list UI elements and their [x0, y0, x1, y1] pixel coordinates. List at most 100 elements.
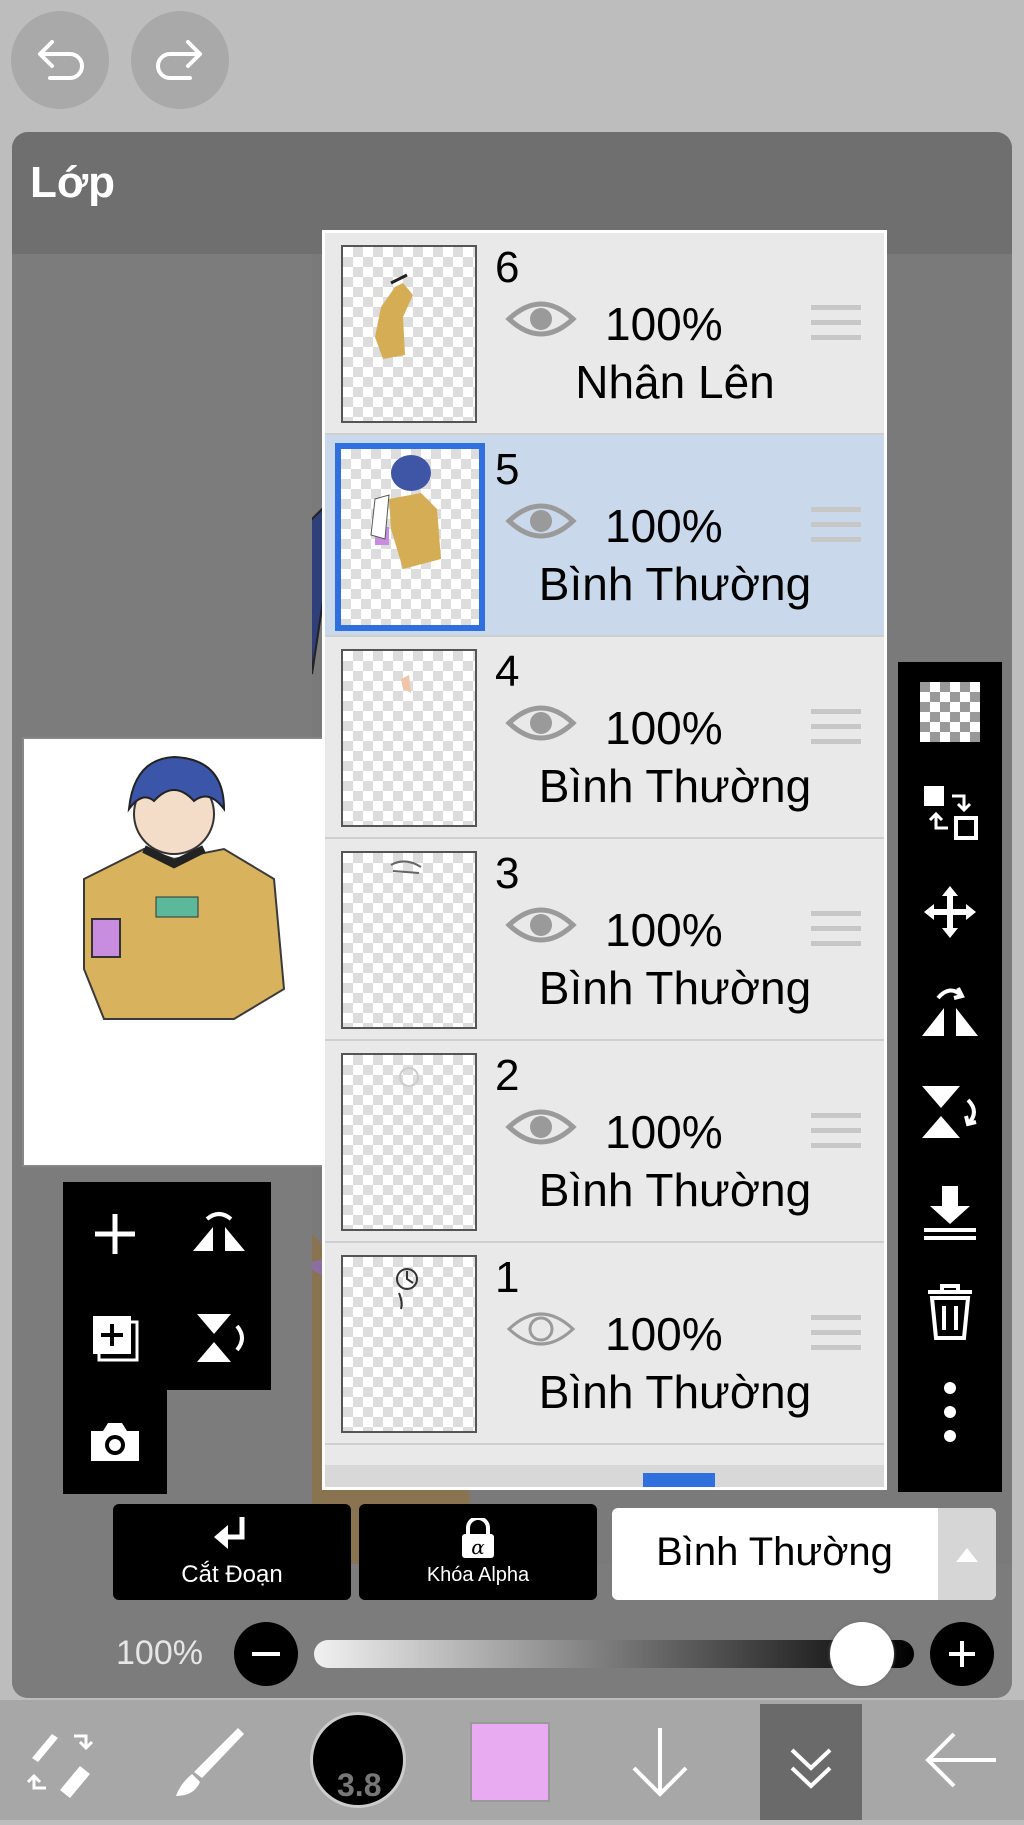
eye-hidden-icon	[506, 1312, 576, 1346]
layer-number: 1	[495, 1253, 520, 1302]
layer-number: 2	[495, 1051, 520, 1100]
minus-icon	[252, 1652, 280, 1656]
redo-icon	[156, 40, 202, 80]
layer-blend-mode: Bình Thường	[538, 1366, 812, 1418]
layer-thumbnail-image	[396, 1268, 418, 1310]
flip-vertical-icon	[197, 1314, 244, 1362]
transparent-layer-button[interactable]	[898, 662, 1002, 762]
panel-title: Lớp	[30, 158, 116, 207]
visibility-toggle[interactable]	[505, 295, 577, 348]
duplicate-layer-button[interactable]	[63, 1286, 167, 1390]
layer-thumbnail-image	[399, 1067, 419, 1087]
layers-panel-button[interactable]	[760, 1704, 862, 1820]
layer-opacity: 100%	[605, 1308, 723, 1360]
layer-thumbnail	[341, 1053, 477, 1231]
plus-icon	[95, 1214, 135, 1254]
blend-mode-value: Bình Thường	[656, 1530, 893, 1574]
alpha-lock-button[interactable]: α Khóa Alpha	[359, 1504, 597, 1600]
layer-opacity: 100%	[605, 298, 723, 350]
opacity-slider[interactable]	[314, 1640, 914, 1668]
drag-handle[interactable]	[811, 507, 861, 552]
opacity-increase-button[interactable]	[930, 1622, 994, 1686]
brush-tool-button[interactable]	[168, 1722, 248, 1802]
camera-icon	[91, 1423, 139, 1461]
chevron-up-icon	[956, 1548, 978, 1562]
bottom-toolbar: 3.8	[0, 1700, 1024, 1820]
undo-icon	[38, 40, 84, 80]
layer-row[interactable]: 6 100% Nhân Lên	[325, 233, 884, 435]
layer-row[interactable]: 4 100% Bình Thường	[325, 637, 884, 839]
layer-row[interactable]: 1 100% Bình Thường	[325, 1243, 884, 1445]
character-preview-image	[83, 755, 286, 1020]
opacity-decrease-button[interactable]	[234, 1622, 298, 1686]
eye-icon	[505, 907, 577, 943]
back-button[interactable]	[920, 1720, 1000, 1800]
layer-blend-mode: Bình Thường	[538, 962, 812, 1014]
arrow-down-icon	[632, 1728, 688, 1797]
merge-down-icon	[924, 1186, 976, 1240]
blend-mode-dropdown[interactable]	[938, 1508, 996, 1600]
swap-icon	[924, 786, 978, 840]
clipping-label: Cắt Đoạn	[181, 1561, 283, 1588]
duplicate-layer-icon	[93, 1316, 139, 1362]
visibility-toggle[interactable]	[505, 1103, 577, 1156]
layer-list-scroll-indicator[interactable]	[325, 1465, 884, 1487]
layer-thumbnail-image	[375, 273, 413, 359]
layer-blend-mode: Nhân Lên	[575, 356, 775, 408]
layer-thumbnail-image	[390, 860, 422, 874]
delete-layer-button[interactable]	[898, 1262, 1002, 1362]
top-bar	[0, 0, 1024, 130]
more-vertical-icon	[944, 1382, 956, 1442]
add-layer-button[interactable]	[63, 1182, 167, 1286]
canvas-preview[interactable]	[22, 737, 326, 1167]
scroll-thumb[interactable]	[643, 1473, 715, 1487]
layer-list[interactable]: 6 100% Nhân Lên 5 100% Bình Thường 4 100…	[322, 230, 887, 1490]
move-button[interactable]	[898, 862, 1002, 962]
merge-down-button[interactable]	[898, 1162, 1002, 1262]
opacity-slider-thumb[interactable]	[830, 1622, 894, 1686]
flip-horizontal-canvas-button[interactable]	[167, 1182, 271, 1286]
opacity-row: 100%	[12, 1614, 1012, 1694]
import-photo-button[interactable]	[63, 1390, 167, 1494]
swap-layer-button[interactable]	[898, 762, 1002, 862]
layer-opacity: 100%	[605, 904, 723, 956]
eye-icon	[505, 301, 577, 337]
double-chevron-down-icon	[790, 1748, 832, 1789]
lock-alpha-icon: α	[462, 1517, 494, 1559]
visibility-toggle[interactable]	[505, 901, 577, 954]
visibility-toggle[interactable]	[505, 497, 577, 550]
more-options-button[interactable]	[898, 1362, 1002, 1462]
drag-handle[interactable]	[811, 911, 861, 956]
drag-handle[interactable]	[811, 305, 861, 350]
layer-blend-mode: Bình Thường	[538, 1164, 812, 1216]
blend-mode-select[interactable]: Bình Thường	[612, 1508, 996, 1600]
clipping-button[interactable]: Cắt Đoạn	[113, 1504, 351, 1600]
transform-tool-button[interactable]	[20, 1722, 100, 1802]
redo-button[interactable]	[131, 11, 229, 109]
svg-text:α: α	[471, 1535, 485, 1559]
flip-layer-vertical-button[interactable]	[898, 1062, 1002, 1162]
undo-button[interactable]	[11, 11, 109, 109]
layer-row[interactable]: 2 100% Bình Thường	[325, 1041, 884, 1243]
layer-down-button[interactable]	[620, 1720, 700, 1800]
color-swatch[interactable]	[470, 1722, 550, 1802]
brush-size-button[interactable]: 3.8	[310, 1712, 406, 1808]
brush-icon	[176, 1728, 244, 1796]
flip-vertical-canvas-button[interactable]	[167, 1286, 271, 1390]
flip-horizontal-icon	[193, 1212, 245, 1251]
layer-blend-mode: Bình Thường	[538, 558, 812, 610]
visibility-toggle[interactable]	[505, 699, 577, 752]
layer-number: 6	[495, 243, 520, 292]
layer-blend-mode: Bình Thường	[538, 760, 812, 812]
layer-row[interactable]: 3 100% Bình Thường	[325, 839, 884, 1041]
layer-opacity: 100%	[605, 500, 723, 552]
drag-handle[interactable]	[811, 1315, 861, 1360]
flip-layer-horizontal-button[interactable]	[898, 962, 1002, 1062]
layer-thumbnail	[341, 851, 477, 1029]
drag-handle[interactable]	[811, 709, 861, 754]
drag-handle[interactable]	[811, 1113, 861, 1158]
layer-thumbnail	[335, 443, 485, 631]
visibility-toggle[interactable]	[505, 1305, 577, 1358]
layer-row-selected[interactable]: 5 100% Bình Thường	[325, 435, 884, 637]
layer-opacity: 100%	[605, 702, 723, 754]
